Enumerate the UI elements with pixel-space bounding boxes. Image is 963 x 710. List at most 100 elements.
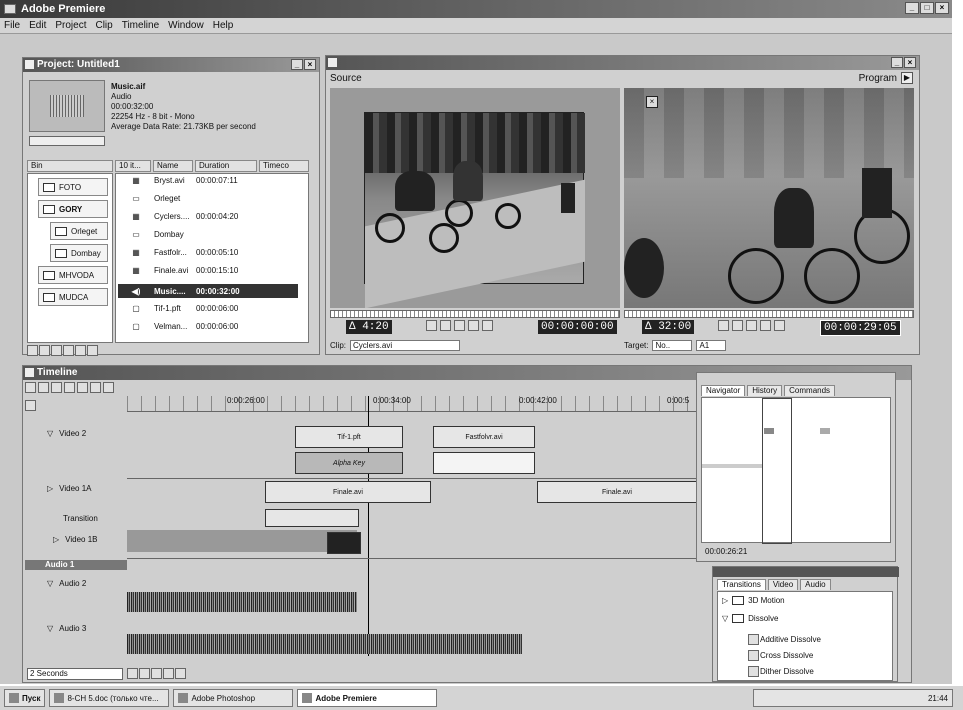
step-back-icon[interactable] (718, 320, 729, 331)
list-item[interactable]: ▢ Tif-1.pft 00:00:06:00 (118, 304, 298, 313)
bin-mudca[interactable]: MUDCA (38, 288, 108, 306)
audio-2-waveform[interactable] (127, 592, 357, 612)
bin-column-header[interactable]: Bin (27, 160, 113, 172)
list-item[interactable]: Cross Dissolve (748, 650, 813, 661)
toggle-edge-icon[interactable] (151, 668, 162, 680)
tab-commands[interactable]: Commands (784, 385, 836, 396)
transition-clip[interactable] (265, 509, 359, 527)
range-select-icon[interactable] (38, 382, 49, 393)
source-jog-bar[interactable] (330, 310, 620, 318)
in-out-icon[interactable] (25, 399, 36, 411)
list-item[interactable]: ▦ Cyclers.... 00:00:04:20 (118, 212, 298, 221)
close-icon[interactable]: × (646, 96, 658, 108)
menu-window[interactable]: Window (168, 20, 204, 31)
sync-mode-icon[interactable] (175, 668, 186, 680)
thumbnail-controls[interactable] (29, 136, 105, 146)
track-header-audio-3[interactable]: ▽ Audio 3 (47, 621, 147, 635)
monitor-close-button[interactable]: × (904, 57, 916, 68)
loop-icon[interactable] (760, 320, 771, 331)
time-zoom-select[interactable]: 2 Seconds (27, 668, 123, 680)
clip-finale-1[interactable]: Finale.avi (265, 481, 431, 503)
track-options-icon[interactable] (127, 668, 138, 680)
stop-icon[interactable] (440, 320, 451, 331)
menu-timeline[interactable]: Timeline (122, 20, 159, 31)
tab-navigator[interactable]: Navigator (701, 385, 746, 396)
step-back-icon[interactable] (426, 320, 437, 331)
source-timecode[interactable]: 00:00:00:00 (538, 320, 617, 334)
minimize-button[interactable]: _ (905, 2, 919, 14)
bin-mhvoda[interactable]: MHVODA (38, 266, 108, 284)
program-timecode[interactable]: 00:00:29:05 (820, 320, 901, 336)
toggle-snap-icon[interactable] (139, 668, 150, 680)
navigator-viewport[interactable] (762, 398, 792, 544)
bin-dombay[interactable]: Dombay (50, 244, 108, 262)
monitor-minimize-button[interactable]: _ (891, 57, 903, 68)
clip-fastfolr-keyframes[interactable] (433, 452, 535, 474)
column-duration[interactable]: Duration (195, 160, 257, 172)
bin-orleget[interactable]: Orleget (50, 222, 108, 240)
list-item[interactable]: ▦ Bryst.avi 00:00:07:11 (118, 176, 298, 185)
task-word-doc[interactable]: 8-CH 5.doc (только чте... (49, 689, 170, 707)
step-forward-icon[interactable] (774, 320, 785, 331)
bin-icon[interactable] (39, 345, 50, 357)
clip-finale-2[interactable]: Finale.avi (537, 481, 697, 503)
program-menu-arrow-icon[interactable]: ▶ (901, 72, 913, 84)
menu-clip[interactable]: Clip (95, 20, 112, 31)
clip-select[interactable]: Cyclers.avi (350, 340, 461, 351)
track-select-icon[interactable] (51, 382, 62, 393)
bin-foto[interactable]: FOTO (38, 178, 108, 196)
target-audio-select[interactable]: A1 (696, 340, 727, 351)
bin-gory[interactable]: GORY (38, 200, 108, 218)
tab-history[interactable]: History (747, 385, 783, 396)
step-forward-icon[interactable] (482, 320, 493, 331)
close-button[interactable]: × (935, 2, 949, 14)
target-video-select[interactable]: No.. (652, 340, 693, 351)
selection-tool-icon[interactable] (25, 382, 36, 393)
zoom-tool-icon[interactable] (90, 382, 101, 393)
hand-tool-icon[interactable] (77, 382, 88, 393)
audio-3-waveform[interactable] (127, 634, 522, 654)
play-icon[interactable] (454, 320, 465, 331)
list-item[interactable]: ▽ Dissolve (722, 614, 778, 623)
track-header-video-2[interactable]: ▽ Video 2 (47, 426, 147, 440)
list-item[interactable]: ▦ Fastfolr... 00:00:05:10 (118, 248, 298, 257)
program-jog-bar[interactable] (624, 310, 914, 318)
tab-audio[interactable]: Audio (800, 579, 831, 590)
list-item[interactable]: ▭ Dombay (118, 230, 298, 239)
delete-icon[interactable] (63, 345, 74, 357)
new-icon[interactable] (51, 345, 62, 357)
track-header-video-1a[interactable]: ▷ Video 1A (47, 481, 147, 495)
stop-icon[interactable] (732, 320, 743, 331)
project-close-button[interactable]: × (304, 59, 316, 70)
menu-help[interactable]: Help (213, 20, 234, 31)
track-header-audio-1[interactable]: Audio 1 (25, 560, 127, 570)
link-icon[interactable] (64, 382, 75, 393)
list-item[interactable]: ▢ Velman... 00:00:06:00 (118, 322, 298, 331)
column-timecode[interactable]: Timeco (259, 160, 309, 172)
time-ruler[interactable]: 0:00:26:00 0:00:34:00 0:00:42:00 0:00:5 (127, 396, 697, 412)
clip-tif[interactable]: Tif-1.pft (295, 426, 403, 448)
project-minimize-button[interactable]: _ (291, 59, 303, 70)
menu-project[interactable]: Project (55, 20, 86, 31)
tab-video[interactable]: Video (767, 579, 799, 590)
list-item[interactable]: Dither Dissolve (748, 666, 814, 677)
list-item[interactable]: ▭ Orleget (118, 194, 298, 203)
clip-video-1b[interactable] (327, 532, 361, 554)
start-button[interactable]: Пуск (4, 689, 46, 707)
toggle-shift-icon[interactable] (163, 668, 174, 680)
list-item-selected[interactable]: ◀) Music.... 00:00:32:00 (118, 284, 298, 298)
column-items[interactable]: 10 it... (115, 160, 151, 172)
list-item[interactable]: ▷ 3D Motion (722, 596, 785, 605)
play-icon[interactable] (746, 320, 757, 331)
loop-icon[interactable] (468, 320, 479, 331)
clip-fastfolr[interactable]: Fastfolvr.avi (433, 426, 535, 448)
list-item[interactable]: ▦ Finale.avi 00:00:15:10 (118, 266, 298, 275)
maximize-button[interactable]: □ (920, 2, 934, 14)
find-icon[interactable] (27, 345, 38, 357)
list-item[interactable]: Additive Dissolve (748, 634, 821, 645)
razor-tool-icon[interactable] (103, 382, 114, 393)
navigator-view[interactable] (701, 397, 891, 544)
thumbnail-view-icon[interactable] (75, 345, 86, 357)
task-photoshop[interactable]: Adobe Photoshop (173, 689, 294, 707)
list-view-icon[interactable] (87, 345, 98, 357)
